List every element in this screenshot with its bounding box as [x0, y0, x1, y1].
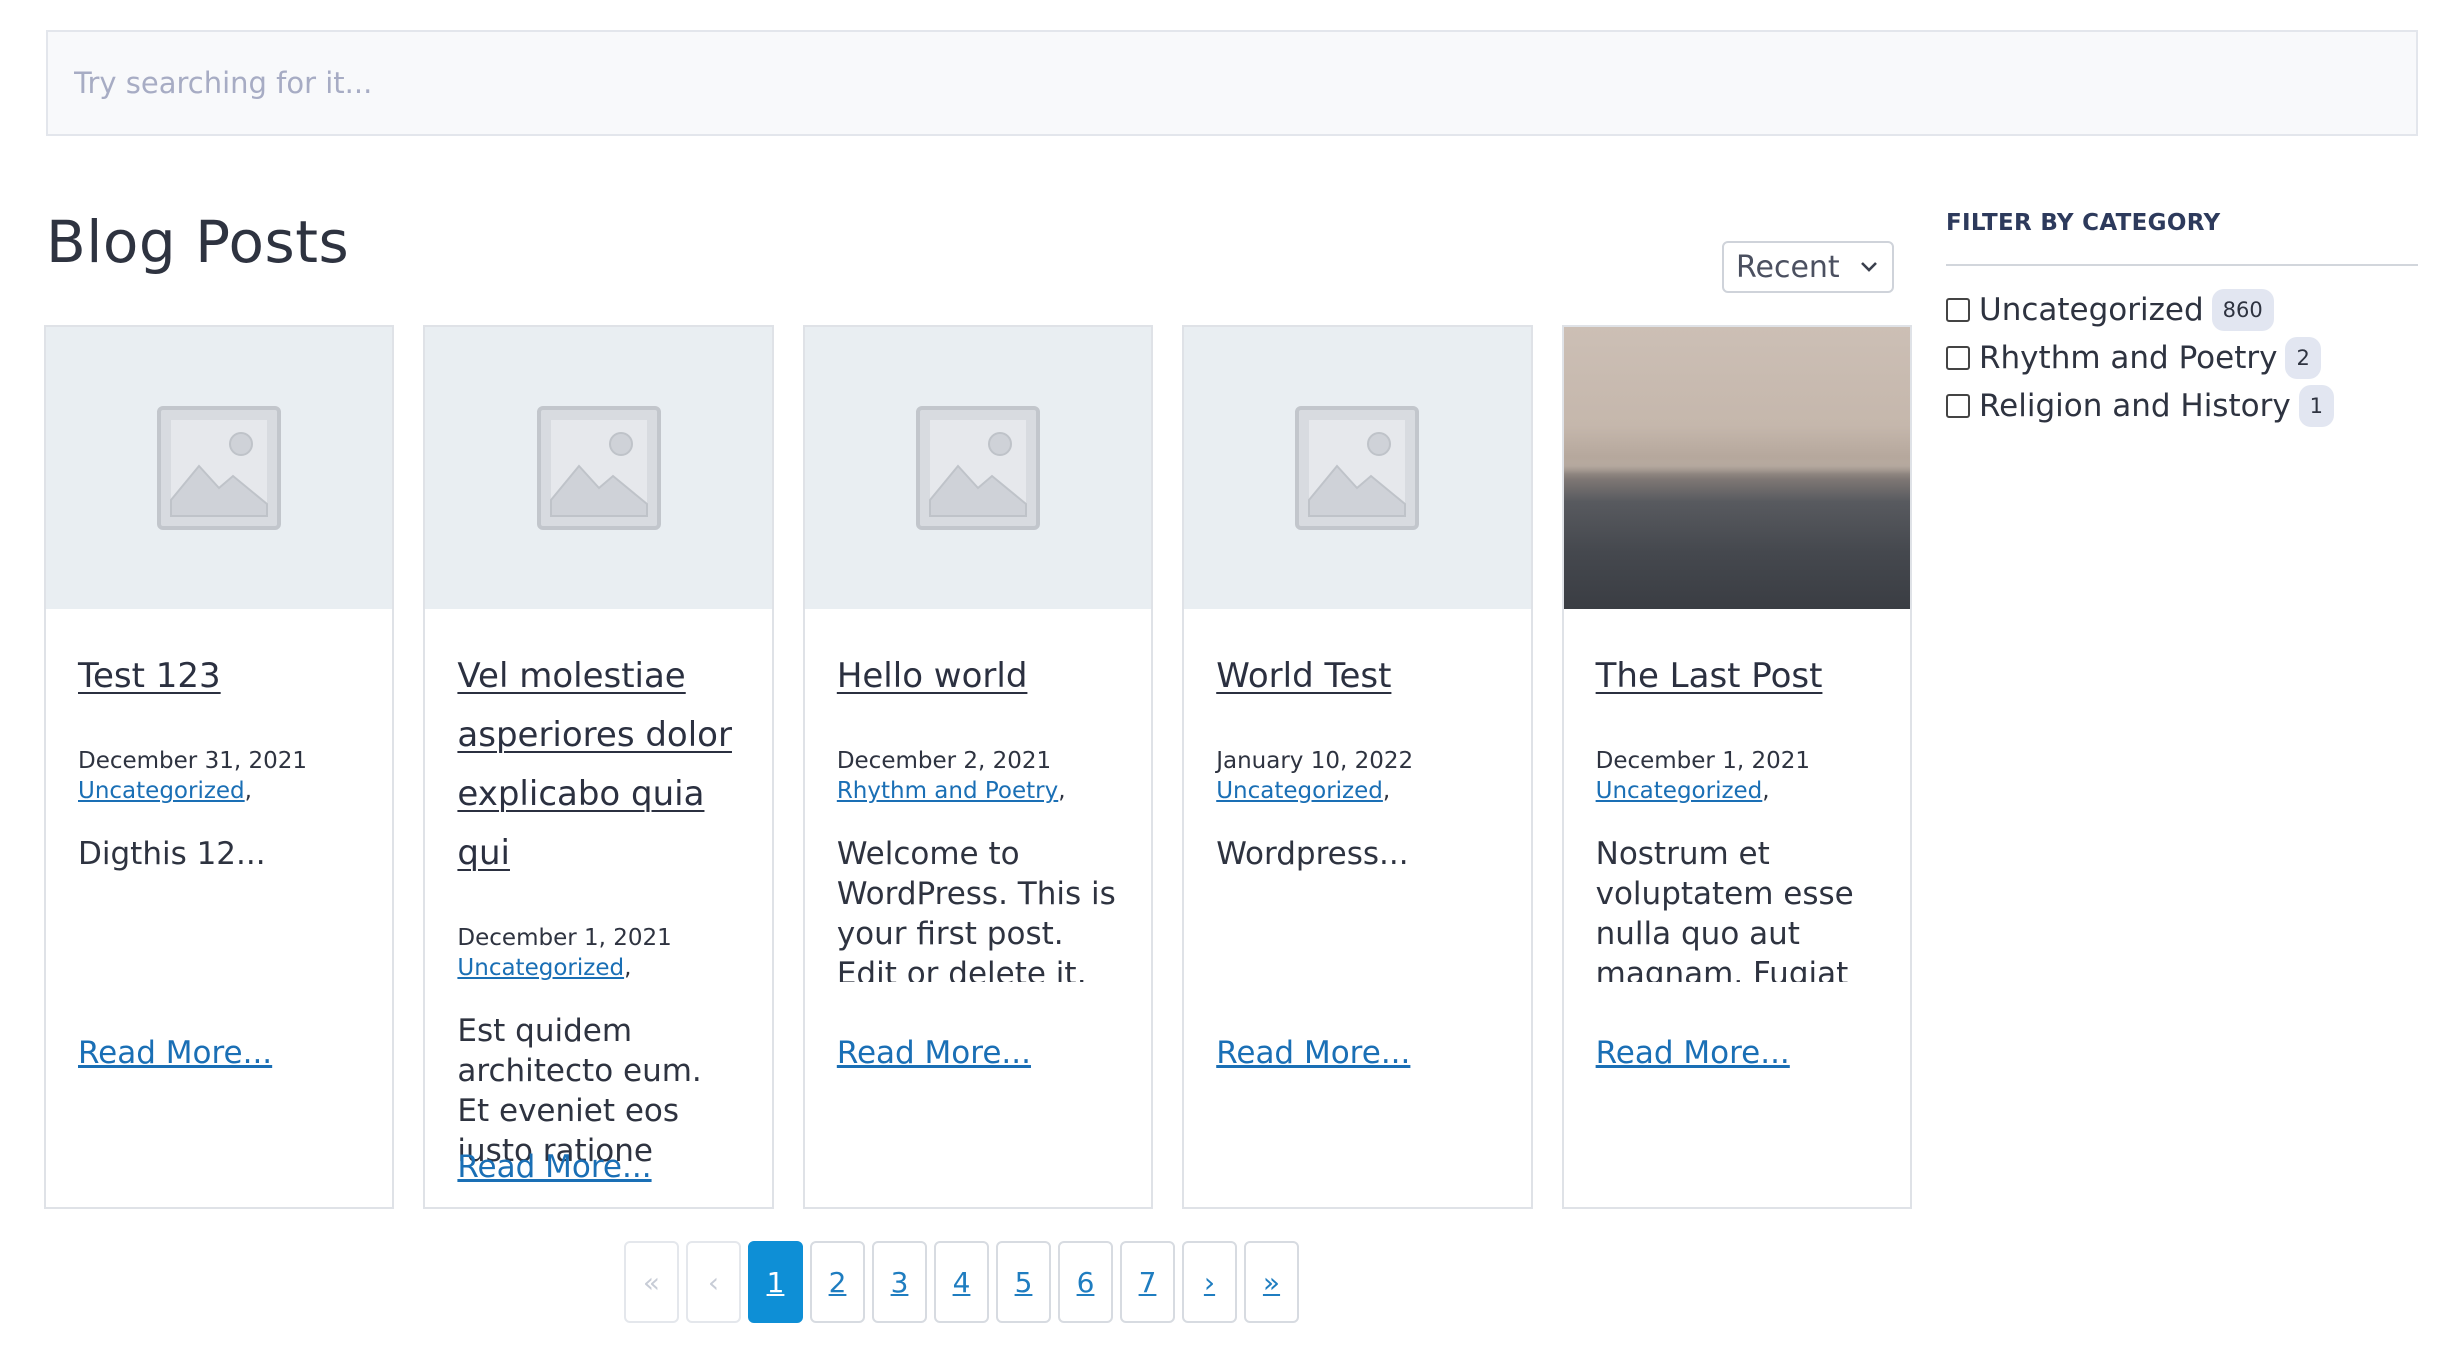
search-input[interactable] — [48, 32, 2416, 134]
post-date: December 1, 2021 — [1595, 748, 1810, 774]
post-category: Uncategorized, — [457, 955, 632, 981]
post-category-link[interactable]: Uncategorized — [457, 955, 624, 981]
post-category-link[interactable]: Rhythm and Poetry — [837, 778, 1058, 804]
page-button-1[interactable]: 1 — [748, 1241, 803, 1323]
filter-item-uncategorized[interactable]: Uncategorized 860 — [1946, 286, 2418, 334]
page-button-5[interactable]: 5 — [996, 1241, 1051, 1323]
image-placeholder-icon — [157, 406, 282, 530]
page-title: Blog Posts — [46, 208, 350, 276]
category-label: Religion and History — [1979, 388, 2291, 424]
filter-title: FILTER BY CATEGORY — [1946, 210, 2418, 266]
category-checkbox[interactable] — [1946, 346, 1970, 370]
post-thumbnail[interactable] — [1184, 327, 1531, 609]
chevron-down-icon — [1860, 261, 1878, 273]
post-title-link[interactable]: World Test — [1216, 647, 1498, 706]
post-cards: Test 123 December 31, 2021 Uncategorized… — [44, 325, 1913, 1209]
post-card: Vel molestiae asperiores dolor explicabo… — [423, 325, 774, 1209]
category-checkbox[interactable] — [1946, 394, 1970, 418]
post-category: Uncategorized, — [1216, 778, 1391, 804]
count-badge: 1 — [2298, 385, 2335, 427]
image-placeholder-icon — [536, 406, 661, 530]
image-placeholder-icon — [916, 406, 1041, 530]
post-category: Uncategorized, — [1595, 778, 1770, 804]
page-button-7[interactable]: 7 — [1120, 1241, 1175, 1323]
post-date: December 1, 2021 — [457, 925, 672, 951]
post-category: Rhythm and Poetry, — [836, 778, 1066, 804]
post-category-link[interactable]: Uncategorized — [78, 778, 245, 804]
image-placeholder-icon — [1295, 406, 1420, 530]
next-page-button[interactable]: › — [1182, 1241, 1237, 1323]
post-excerpt: Welcome to WordPress. This is your first… — [836, 836, 1116, 982]
read-more-link[interactable]: Read More... — [1596, 1035, 1790, 1071]
post-date: January 10, 2022 — [1216, 748, 1414, 774]
post-card: The Last Post December 1, 2021 Uncategor… — [1561, 325, 1913, 1209]
search-box[interactable] — [46, 30, 2418, 136]
post-thumbnail[interactable] — [46, 327, 393, 609]
post-category: Uncategorized, — [78, 778, 252, 804]
post-title-link[interactable]: Vel molestiae asperiores dolor explicabo… — [457, 647, 739, 883]
post-date: December 2, 2021 — [836, 748, 1052, 774]
page-button-2[interactable]: 2 — [810, 1241, 865, 1323]
sort-selected-value: Recent — [1736, 249, 1840, 285]
post-title-link[interactable]: Test 123 — [78, 647, 360, 706]
category-label: Rhythm and Poetry — [1979, 340, 2278, 376]
prev-page-button[interactable]: ‹ — [686, 1241, 741, 1323]
page-button-6[interactable]: 6 — [1058, 1241, 1113, 1323]
post-title-link[interactable]: The Last Post — [1596, 647, 1878, 706]
post-excerpt: Digthis 12... — [78, 836, 266, 872]
sort-select[interactable]: Recent — [1722, 241, 1894, 293]
post-thumbnail[interactable] — [425, 327, 772, 609]
category-checkbox[interactable] — [1946, 298, 1970, 322]
count-badge: 860 — [2211, 289, 2274, 331]
post-card: World Test January 10, 2022 Uncategorize… — [1182, 325, 1533, 1209]
post-card: Test 123 December 31, 2021 Uncategorized… — [44, 325, 395, 1209]
filter-item-rhythm-and-poetry[interactable]: Rhythm and Poetry 2 — [1946, 334, 2418, 382]
post-thumbnail[interactable] — [804, 327, 1152, 609]
post-title-link[interactable]: Hello world — [837, 647, 1119, 706]
count-badge: 2 — [2285, 337, 2321, 379]
first-page-button[interactable]: « — [624, 1241, 679, 1323]
read-more-link[interactable]: Read More... — [78, 1035, 272, 1071]
category-label: Uncategorized — [1979, 292, 2204, 328]
filter-list: Uncategorized 860 Rhythm and Poetry 2 Re… — [1946, 286, 2418, 430]
filter-item-religion-and-history[interactable]: Religion and History 1 — [1946, 382, 2418, 430]
page-button-3[interactable]: 3 — [872, 1241, 927, 1323]
last-page-button[interactable]: » — [1244, 1241, 1299, 1323]
post-date: December 31, 2021 — [78, 748, 308, 774]
read-more-link[interactable]: Read More... — [1216, 1035, 1410, 1071]
read-more-link[interactable]: Read More... — [837, 1035, 1031, 1071]
pagination: « ‹ 1 2 3 4 5 6 7 › » — [624, 1241, 1299, 1323]
post-excerpt: Wordpress... — [1216, 836, 1409, 872]
post-excerpt: Nostrum et voluptatem esse nulla quo aut… — [1595, 836, 1854, 982]
post-thumbnail-photo[interactable] — [1563, 327, 1911, 609]
read-more-link[interactable]: Read More... — [457, 1149, 651, 1185]
category-filter: FILTER BY CATEGORY Uncategorized 860 Rhy… — [1946, 210, 2418, 430]
post-category-link[interactable]: Uncategorized — [1596, 778, 1763, 804]
post-category-link[interactable]: Uncategorized — [1216, 778, 1383, 804]
post-card: Hello world December 2, 2021 Rhythm and … — [802, 325, 1154, 1209]
post-excerpt: Est quidem architecto eum. Et eveniet eo… — [457, 1013, 702, 1169]
page-button-4[interactable]: 4 — [934, 1241, 989, 1323]
